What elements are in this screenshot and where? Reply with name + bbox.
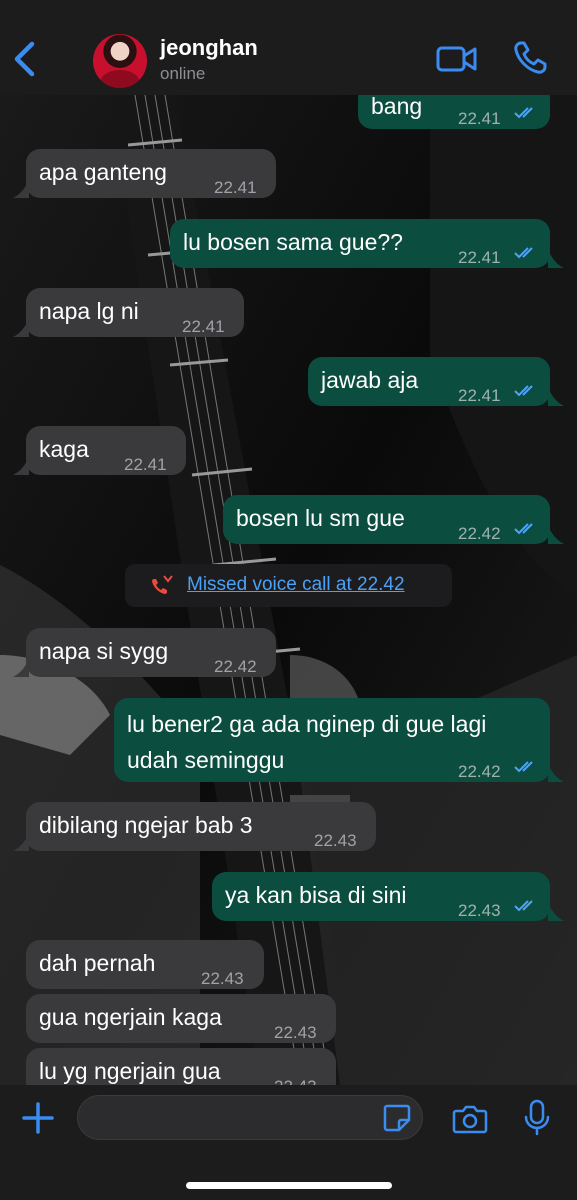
microphone-icon[interactable]: [524, 1099, 550, 1137]
bubble-tail: [548, 764, 564, 782]
message-bubble[interactable]: kaga 22.41: [26, 426, 186, 475]
message-time: 22.41: [458, 248, 501, 267]
message-time: 22.43: [314, 831, 357, 850]
bubble-tail: [548, 388, 564, 406]
chat-area[interactable]: bang 22.41 apa ganteng 22.41 lu bosen sa…: [0, 95, 577, 1085]
message-time: 22.42: [214, 657, 257, 676]
message-text: lu bosen sama gue??: [183, 229, 403, 255]
message-text: napa si sygg: [39, 638, 169, 664]
message-bubble[interactable]: ya kan bisa di sini 22.43: [212, 872, 550, 921]
message-text-line: udah seminggu: [127, 747, 285, 773]
message-text: bosen lu sm gue: [236, 505, 405, 531]
message-time: 22.42: [458, 762, 501, 781]
bubble-tail: [13, 659, 29, 677]
message-time: 22.41: [182, 317, 225, 336]
message-bubble[interactable]: lu yg ngerjain gua 22.43: [26, 1048, 336, 1085]
message-text: apa ganteng: [39, 159, 167, 185]
video-camera-icon[interactable]: [436, 44, 478, 74]
missed-call-icon: [152, 575, 173, 594]
message-text: kaga: [39, 436, 89, 462]
chevron-left-icon[interactable]: [8, 38, 42, 80]
bubble-tail: [548, 526, 564, 544]
input-bar: [0, 1085, 577, 1200]
avatar[interactable]: [93, 34, 147, 88]
message-bubble[interactable]: apa ganteng 22.41: [26, 149, 276, 198]
message-bubble[interactable]: lu bosen sama gue?? 22.41: [170, 219, 550, 268]
message-text-line: lu bener2 ga ada nginep di gue lagi: [127, 711, 487, 737]
message-time: 22.41: [214, 178, 257, 197]
message-bubble[interactable]: dah pernah 22.43: [26, 940, 264, 989]
message-time: 22.41: [458, 386, 501, 405]
sticker-icon[interactable]: [383, 1104, 411, 1132]
message-text: lu bener2 ga ada nginep di gue lagi udah…: [127, 706, 486, 778]
home-indicator: [186, 1182, 392, 1189]
message-bubble[interactable]: bang 22.41: [358, 95, 550, 129]
bubble-tail: [13, 833, 29, 851]
bubble-tail: [13, 180, 29, 198]
message-text: napa lg ni: [39, 298, 139, 324]
bubble-tail: [13, 457, 29, 475]
phone-icon[interactable]: [512, 40, 548, 76]
message-text: bang: [371, 95, 423, 119]
message-bubble[interactable]: lu bener2 ga ada nginep di gue lagi udah…: [114, 698, 550, 782]
contact-status: online: [160, 64, 206, 83]
missed-call-text[interactable]: Missed voice call at 22.42: [187, 574, 405, 596]
message-bubble[interactable]: bosen lu sm gue 22.42: [223, 495, 550, 544]
double-check-icon: [514, 523, 533, 535]
bubble-tail: [548, 250, 564, 268]
message-time: 22.43: [458, 901, 501, 920]
double-check-icon: [514, 900, 533, 912]
message-text: dibilang ngejar bab 3: [39, 812, 253, 838]
message-time: 22.43: [201, 969, 244, 988]
message-time: 22.41: [124, 455, 167, 474]
missed-call-notice[interactable]: Missed voice call at 22.42: [125, 564, 452, 607]
message-text: dah pernah: [39, 950, 156, 976]
message-text: gua ngerjain kaga: [39, 1004, 222, 1030]
camera-icon[interactable]: [452, 1104, 488, 1134]
message-time: 22.43: [274, 1071, 317, 1085]
message-text: ya kan bisa di sini: [225, 882, 407, 908]
message-bubble[interactable]: napa lg ni 22.41: [26, 288, 244, 337]
message-bubble[interactable]: gua ngerjain kaga 22.43: [26, 994, 336, 1043]
message-bubble[interactable]: jawab aja 22.41: [308, 357, 550, 406]
message-bubble[interactable]: dibilang ngejar bab 3 22.43: [26, 802, 376, 851]
message-input[interactable]: [77, 1095, 423, 1140]
message-time: 22.41: [458, 109, 501, 128]
message-text: lu yg ngerjain gua: [39, 1058, 221, 1084]
plus-icon[interactable]: [20, 1100, 56, 1136]
message-bubble[interactable]: napa si sygg 22.42: [26, 628, 276, 677]
message-time: 22.42: [458, 524, 501, 543]
contact-name[interactable]: jeonghan: [160, 35, 258, 61]
chat-header: jeonghan online: [0, 0, 577, 95]
double-check-icon: [514, 761, 533, 773]
double-check-icon: [514, 107, 533, 119]
bubble-tail: [13, 319, 29, 337]
double-check-icon: [514, 385, 533, 397]
bubble-tail: [548, 903, 564, 921]
double-check-icon: [514, 247, 533, 259]
message-text: jawab aja: [321, 367, 419, 393]
message-time: 22.43: [274, 1023, 317, 1042]
